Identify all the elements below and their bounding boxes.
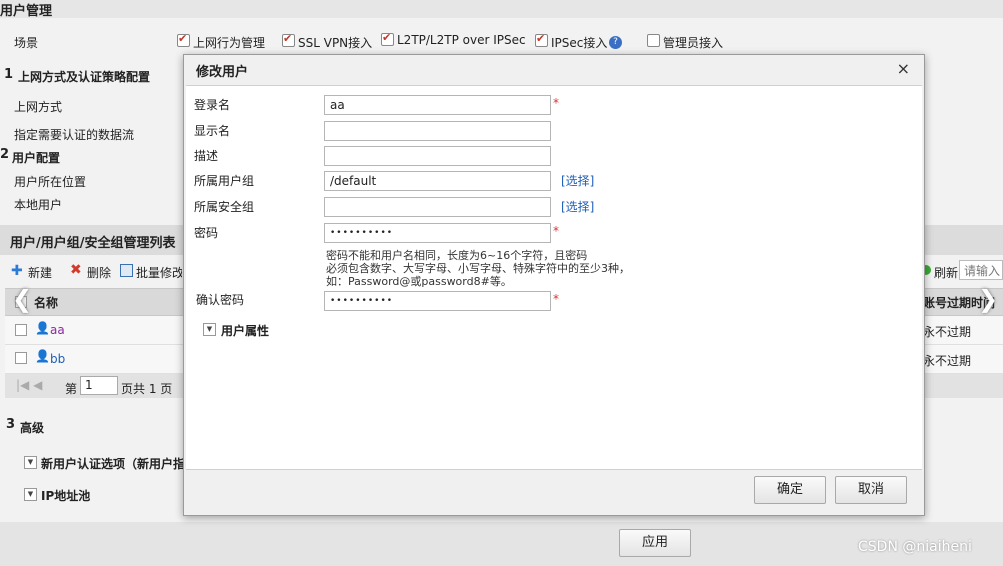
user-group-label: 所属用户组 (194, 174, 255, 188)
row-expire: 永不过期 (923, 354, 972, 368)
section-2-title: 用户配置 (12, 151, 61, 165)
scene-label-ipsec: IPSec接入 (551, 36, 608, 50)
refresh-button[interactable]: 刷新 (934, 264, 958, 281)
scene-checkbox-ipsec[interactable] (535, 32, 548, 47)
page-title: 用户管理 (0, 4, 53, 19)
auth-flow-label: 指定需要认证的数据流 (14, 128, 135, 142)
batch-edit-icon[interactable] (120, 264, 133, 277)
scene-label-sslvpn: SSL VPN接入 (298, 36, 373, 50)
scene-label-l2tp: L2TP/L2TP over IPSec (397, 33, 526, 47)
password-hint-line-2: 必须包含数字、大写字母、小写字母、特殊字符中的至少3种， (326, 262, 630, 275)
dialog-title: 修改用户 (196, 65, 249, 80)
required-mark: * (553, 96, 559, 110)
first-page-icon[interactable]: |◀ ◀ (16, 378, 42, 392)
next-arrow-icon[interactable]: ❯ (978, 285, 998, 313)
select-security-group-link[interactable]: [选择] (561, 198, 594, 215)
expand-icon[interactable]: ▼ (203, 323, 216, 336)
confirm-password-label: 确认密码 (196, 293, 245, 307)
user-attributes-toggle[interactable]: 用户属性 (221, 322, 269, 339)
row-name[interactable]: bb (50, 352, 65, 366)
add-icon[interactable]: ✚ (11, 263, 23, 279)
watermark: CSDN @niaiheni (858, 539, 972, 555)
scene-label-internet: 上网行为管理 (193, 36, 266, 50)
description-label: 描述 (194, 149, 219, 163)
prev-arrow-icon[interactable]: ❮ (12, 285, 32, 313)
row-checkbox[interactable] (15, 324, 27, 336)
edit-user-dialog: 修改用户 × 登录名 aa * 显示名 描述 所属用户组 /default [选… (183, 54, 925, 516)
confirm-password-input[interactable]: •••••••••• (324, 291, 551, 311)
section-3-number: 3 (6, 417, 16, 432)
apply-button[interactable]: 应用 (619, 529, 691, 557)
scene-checkbox-l2tp[interactable] (381, 31, 394, 46)
dialog-body: 登录名 aa * 显示名 描述 所属用户组 /default [选择] 所属安全… (186, 85, 922, 470)
password-label: 密码 (194, 226, 219, 240)
page-header: 用户管理 (0, 0, 1003, 19)
scene-label-admin: 管理员接入 (663, 36, 724, 50)
scene-label: 场景 (14, 36, 39, 50)
section-2-number: 2 (0, 147, 10, 162)
local-user-label: 本地用户 (14, 198, 63, 212)
list-title: 用户/用户组/安全组管理列表 (10, 236, 176, 251)
display-name-input[interactable] (324, 121, 551, 141)
password-hint-line-1: 密码不能和用户名相同，长度为6~16个字符，且密码 (326, 249, 588, 262)
col-name-header[interactable]: 名称 (34, 294, 58, 311)
page-prefix: 第 (65, 382, 78, 396)
delete-icon[interactable]: ✖ (70, 262, 82, 278)
search-input[interactable]: 请输入 (959, 260, 1003, 280)
password-hint-line-3: 如：Password@或password8#等。 (326, 275, 512, 288)
login-name-label: 登录名 (194, 98, 231, 112)
user-group-input[interactable]: /default (324, 171, 551, 191)
security-group-label: 所属安全组 (194, 200, 255, 214)
description-input[interactable] (324, 146, 551, 166)
required-mark: * (553, 292, 559, 306)
cancel-button[interactable]: 取消 (835, 476, 907, 504)
row-checkbox[interactable] (15, 352, 27, 364)
section-1-number: 1 (4, 67, 14, 82)
user-icon: 👤 (35, 321, 50, 335)
display-name-label: 显示名 (194, 124, 231, 138)
select-user-group-link[interactable]: [选择] (561, 172, 594, 189)
ok-button[interactable]: 确定 (754, 476, 826, 504)
help-icon[interactable]: ? (609, 36, 622, 49)
new-user-auth-options[interactable]: 新用户认证选项（新用户指 (41, 455, 183, 472)
section-3-title: 高级 (20, 421, 45, 435)
new-button[interactable]: 新建 (28, 264, 52, 281)
user-location-label: 用户所在位置 (14, 175, 87, 189)
ip-pool-item[interactable]: IP地址池 (41, 487, 90, 504)
security-group-input[interactable] (324, 197, 551, 217)
page-number-input[interactable]: 1 (80, 376, 118, 395)
footer-band (0, 522, 1003, 566)
scene-checkbox-sslvpn[interactable] (282, 32, 295, 47)
password-input[interactable]: •••••••••• (324, 223, 551, 243)
expand-icon[interactable]: ▼ (24, 488, 37, 501)
row-expire: 永不过期 (923, 325, 972, 339)
login-name-input[interactable]: aa (324, 95, 551, 115)
section-1-title: 上网方式及认证策略配置 (18, 70, 151, 84)
required-mark: * (553, 224, 559, 238)
page-total: 页共 1 页 (121, 382, 173, 396)
row-name[interactable]: aa (50, 323, 65, 337)
delete-button[interactable]: 删除 (87, 264, 111, 281)
close-icon[interactable]: × (897, 59, 910, 78)
access-mode-label: 上网方式 (14, 100, 63, 114)
scene-checkbox-admin[interactable] (647, 34, 660, 47)
scene-checkbox-internet[interactable] (177, 32, 190, 47)
expand-icon[interactable]: ▼ (24, 456, 37, 469)
user-icon: 👤 (35, 349, 50, 363)
batch-edit-button[interactable]: 批量修改 (136, 264, 182, 281)
